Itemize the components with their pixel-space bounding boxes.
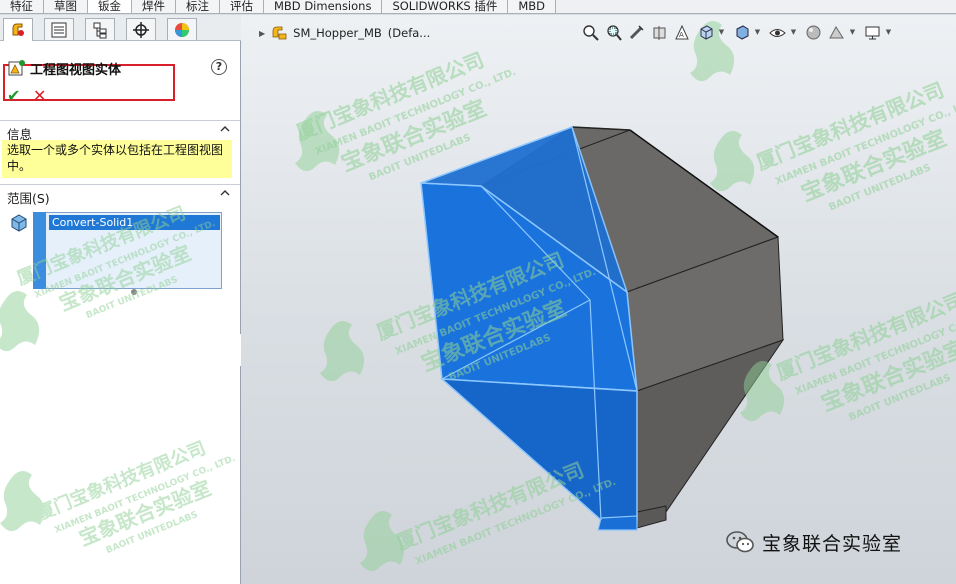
section-view-icon [653, 25, 665, 40]
tab-6[interactable]: MBD Dimensions [264, 0, 383, 13]
property-manager-tab[interactable] [3, 18, 33, 41]
tab-0[interactable]: 特征 [0, 0, 44, 13]
hide-show-items-button[interactable] [767, 22, 787, 42]
display-style-button[interactable] [731, 22, 751, 42]
selection-list-stripe [33, 212, 46, 289]
chevron-up-icon[interactable] [220, 124, 230, 134]
tab-1[interactable]: 草图 [44, 0, 88, 13]
scope-group-header[interactable]: 范围(S) [0, 184, 240, 206]
view-orientation-button[interactable] [695, 22, 715, 42]
tab-7[interactable]: SOLIDWORKS 插件 [382, 0, 509, 13]
wechat-account-name: 宝象联合实验室 [762, 532, 903, 555]
part-name: SM_Hopper_MB [293, 26, 382, 40]
drawing-view-solid-icon [8, 60, 25, 76]
scope-group-label: 范围(S) [7, 191, 50, 206]
appearance-tab-icon [175, 22, 189, 37]
zoom-to-area-icon [606, 24, 622, 41]
wechat-badge: 宝象联合实验室 [726, 527, 902, 557]
heads-up-view-toolbar: A ▼ ▼ ▼ ▼ ▼ [580, 22, 898, 42]
view-orientation-dropdown[interactable]: ▼ [718, 22, 725, 42]
property-manager-tab-icon [12, 23, 24, 36]
tab-4[interactable]: 标注 [176, 0, 220, 13]
view-orientation-icon [700, 24, 712, 40]
dynamic-annotation-button[interactable]: A [672, 22, 692, 42]
zoom-to-area-button[interactable] [603, 22, 623, 42]
panel-tab-strip [0, 15, 241, 41]
graphics-area[interactable]: 厦门宝象科技有限公司 XIAMEN BAOIT TECHNOLOGY CO., … [241, 15, 956, 584]
help-button[interactable]: ? [211, 59, 227, 75]
previous-view-button[interactable] [626, 22, 646, 42]
view-settings-button[interactable] [862, 22, 882, 42]
svg-text:A: A [679, 31, 684, 39]
previous-view-icon [629, 24, 644, 39]
property-manager-title-text: 工程图视图实体 [30, 62, 122, 78]
wechat-icon [726, 531, 754, 553]
monitor-icon [865, 26, 879, 39]
property-manager-title: 工程图视图实体 [8, 58, 121, 78]
apply-scene-icon [828, 25, 844, 38]
hide-show-dropdown[interactable]: ▼ [790, 22, 797, 42]
solid-body-icon [11, 214, 27, 232]
hopper-model[interactable] [241, 15, 956, 584]
expand-arrow-icon[interactable]: ▶ [259, 29, 265, 38]
edit-appearance-icon [806, 25, 820, 39]
edit-appearance-button[interactable] [803, 22, 823, 42]
display-style-icon [736, 24, 748, 40]
feature-tree-tab[interactable] [44, 18, 74, 40]
chevron-up-icon[interactable] [220, 188, 230, 198]
dimxpert-tab-icon [133, 21, 149, 38]
configuration-tab[interactable] [85, 18, 115, 40]
part-icon [272, 26, 287, 40]
apply-scene-dropdown[interactable]: ▼ [849, 22, 856, 42]
apply-scene-button[interactable] [826, 22, 846, 42]
feature-tree-tab-icon [51, 22, 67, 37]
cancel-button[interactable]: ✕ [33, 88, 48, 104]
tab-5[interactable]: 评估 [220, 0, 264, 13]
config-name: (Defa... [387, 26, 431, 40]
ok-button[interactable]: ✔ [7, 88, 22, 104]
dimxpert-tab[interactable] [126, 18, 156, 40]
configuration-tab-icon [93, 22, 107, 38]
section-view-button[interactable] [649, 22, 669, 42]
display-style-dropdown[interactable]: ▼ [754, 22, 761, 42]
zoom-to-fit-icon [582, 24, 599, 41]
list-resize-handle[interactable] [131, 289, 137, 295]
list-item[interactable]: Convert-Solid1 [49, 215, 220, 230]
info-group-header[interactable]: 信息 [0, 120, 240, 142]
tab-8[interactable]: MBD [508, 0, 557, 13]
selected-front-face [439, 378, 638, 521]
selected-spout-face [597, 515, 638, 531]
tab-2[interactable]: 钣金 [88, 0, 132, 13]
hide-show-eye-icon [768, 28, 786, 37]
info-message: 选取一个或多个实体以包括在工程图视图中。 [2, 140, 232, 178]
command-manager-tabs: 特征 草图 钣金 焊件 标注 评估 MBD Dimensions SOLIDWORKS 插件 M… [0, 0, 956, 14]
appearance-tab[interactable] [167, 18, 197, 40]
zoom-to-fit-button[interactable] [580, 22, 600, 42]
tab-3[interactable]: 焊件 [132, 0, 176, 13]
feature-tree-flyout[interactable]: ▶ SM_Hopper_MB (Defa... [259, 24, 430, 42]
view-settings-dropdown[interactable]: ▼ [885, 22, 892, 42]
dynamic-annotation-icon: A [674, 24, 689, 39]
